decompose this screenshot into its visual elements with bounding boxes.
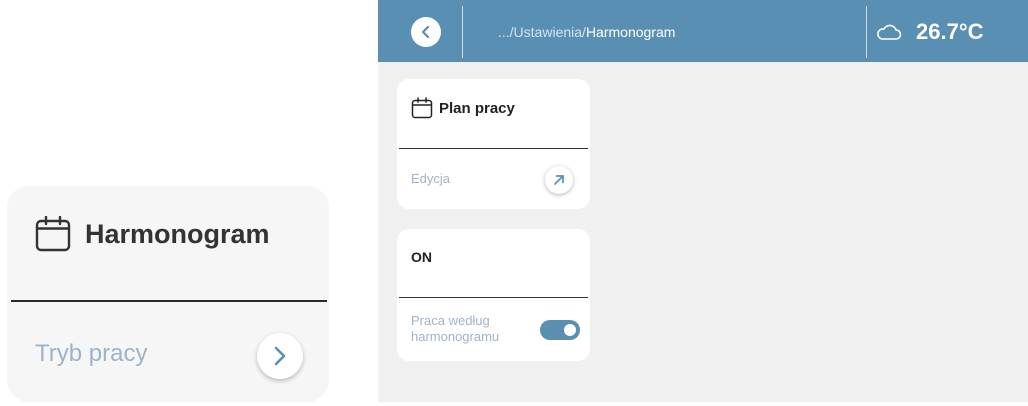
top-bar: .../Ustawienia/Harmonogram 26.7°C xyxy=(378,0,1028,62)
chevron-left-icon xyxy=(421,25,430,39)
breadcrumb-path[interactable]: .../Ustawienia/ xyxy=(498,24,586,40)
calendar-icon xyxy=(411,97,433,119)
breadcrumb: .../Ustawienia/Harmonogram xyxy=(498,24,675,40)
device-screen: .../Ustawienia/Harmonogram 26.7°C Plan p… xyxy=(378,0,1028,402)
plan-pracy-card: Plan pracy Edycja xyxy=(397,79,590,209)
weather-widget: 26.7°C xyxy=(876,12,984,52)
plan-pracy-title: Plan pracy xyxy=(439,99,515,117)
back-button[interactable] xyxy=(411,17,441,47)
cloud-icon xyxy=(877,24,902,40)
topbar-separator xyxy=(866,6,867,58)
divider xyxy=(11,300,327,302)
tryb-pracy-label: Tryb pracy xyxy=(35,340,148,367)
harmonogram-title: Harmonogram xyxy=(85,218,270,249)
edycja-label: Edycja xyxy=(411,171,451,186)
calendar-icon xyxy=(35,216,71,252)
topbar-separator xyxy=(462,6,463,58)
harmonogram-zoom-card: Harmonogram Tryb pracy xyxy=(7,186,329,402)
divider xyxy=(399,148,588,149)
schedule-status-value: ON xyxy=(411,249,432,265)
schedule-status-card: ON Praca według harmonogramu xyxy=(397,229,590,361)
plan-pracy-header: Plan pracy xyxy=(411,97,515,119)
breadcrumb-current: Harmonogram xyxy=(585,24,676,40)
chevron-right-icon xyxy=(274,346,286,366)
temperature-value: 26.7°C xyxy=(916,19,984,44)
toggle-knob xyxy=(564,324,576,336)
schedule-toggle[interactable] xyxy=(540,320,580,340)
harmonogram-title-row: Harmonogram xyxy=(35,212,270,256)
divider xyxy=(399,297,588,298)
schedule-toggle-label: Praca według harmonogramu xyxy=(411,313,500,344)
tryb-pracy-button[interactable] xyxy=(257,333,303,379)
edit-schedule-button[interactable] xyxy=(545,166,573,194)
arrow-up-right-icon xyxy=(554,175,564,185)
